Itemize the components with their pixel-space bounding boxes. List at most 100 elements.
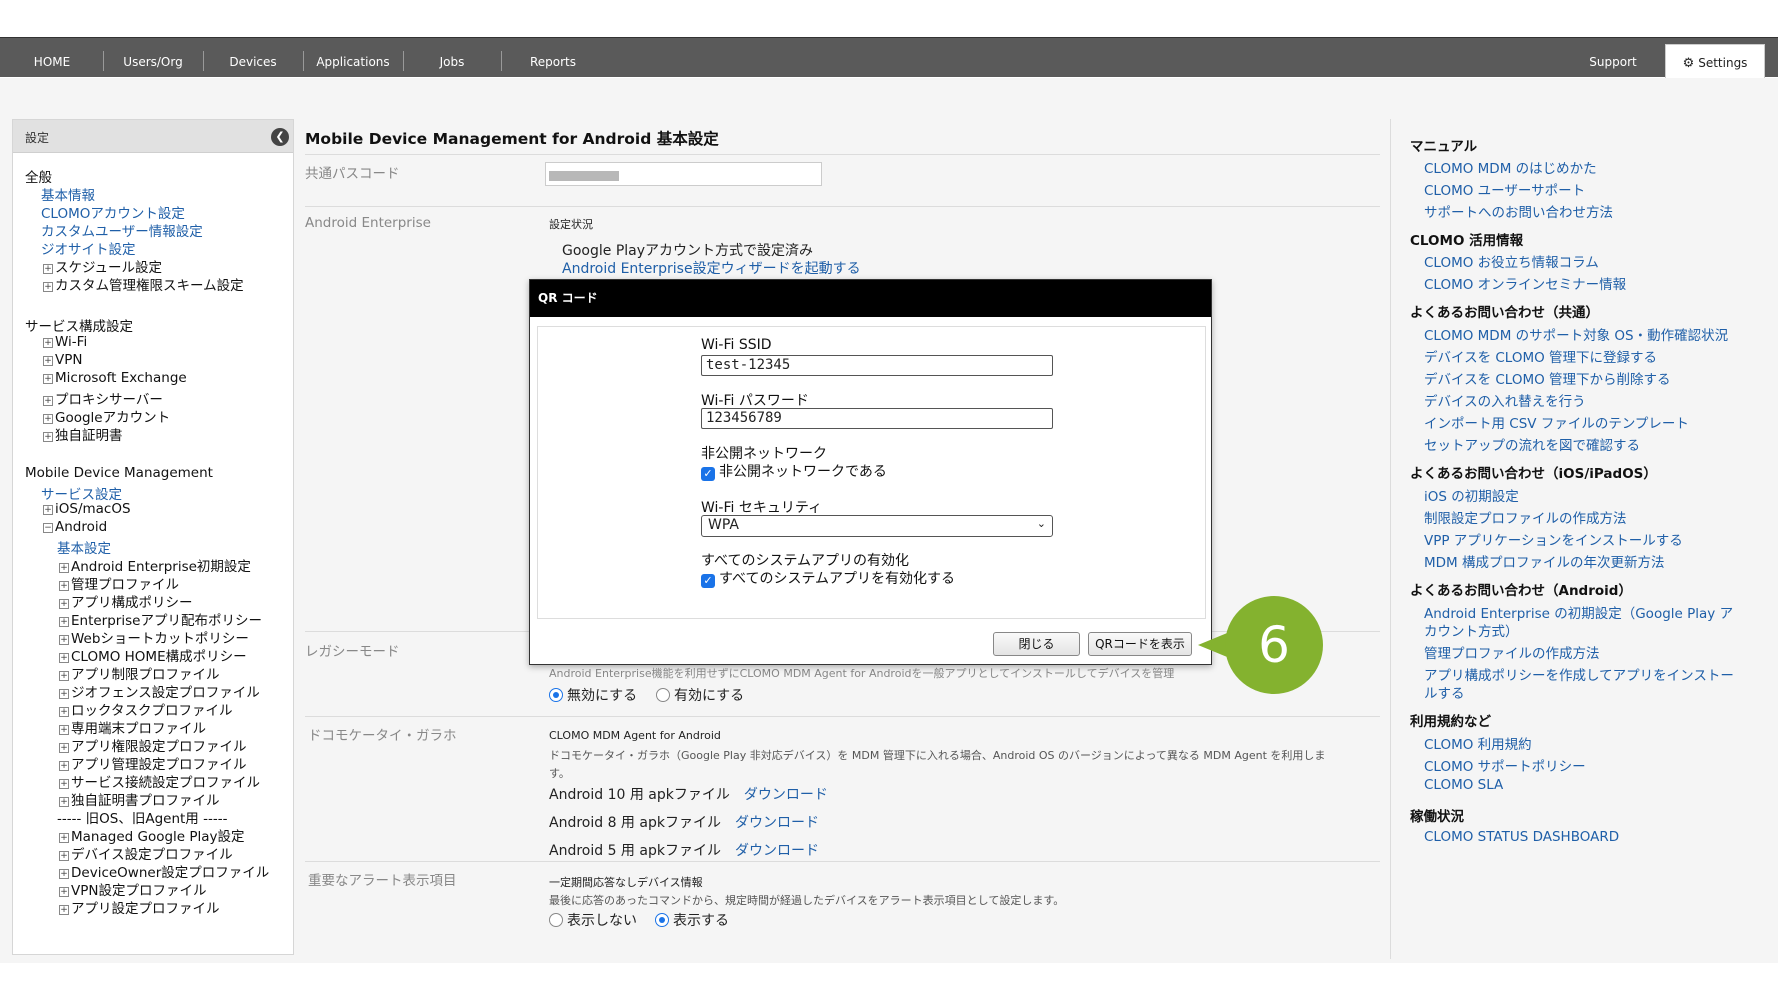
nav-settings-tab[interactable]: ⚙ Settings xyxy=(1665,44,1765,80)
help-link[interactable]: デバイスを CLOMO 管理下から削除する xyxy=(1424,368,1671,388)
help-link[interactable]: CLOMO MDM のサポート対象 OS・動作確認状況 xyxy=(1424,324,1728,344)
nav-users-org[interactable]: Users/Org xyxy=(114,38,192,78)
expand-icon[interactable]: + xyxy=(43,338,53,348)
close-button[interactable]: 閉じる xyxy=(993,632,1080,656)
sidebar-item-expandable[interactable]: + Managed Google Play設定 xyxy=(59,825,245,845)
expand-icon[interactable]: + xyxy=(43,414,53,424)
expand-icon[interactable]: + xyxy=(59,887,69,897)
sidebar-item[interactable]: ジオサイト設定 xyxy=(41,238,136,258)
sidebar-item[interactable]: サービス設定 xyxy=(41,483,122,503)
nav-devices[interactable]: Devices xyxy=(222,38,284,78)
sidebar-item[interactable]: 基本情報 xyxy=(41,184,95,204)
sidebar-item-expandable[interactable]: + アプリ権限設定プロファイル xyxy=(59,735,247,755)
collapse-sidebar-icon[interactable]: ❮ xyxy=(271,128,289,146)
expand-icon[interactable]: + xyxy=(59,743,69,753)
sidebar-item[interactable]: CLOMOアカウント設定 xyxy=(41,202,185,222)
download-link[interactable]: ダウンロード xyxy=(735,815,819,831)
expand-icon[interactable]: + xyxy=(59,671,69,681)
help-link[interactable]: CLOMO お役立ち情報コラム xyxy=(1424,251,1599,271)
expand-icon[interactable]: + xyxy=(43,282,53,292)
help-link[interactable]: Android Enterprise の初期設定（Google Play ア xyxy=(1424,602,1733,622)
sidebar-item-expandable[interactable]: + VPN xyxy=(43,352,82,368)
sidebar-item-expandable[interactable]: + プロキシサーバー xyxy=(43,388,163,408)
sidebar-item-expandable[interactable]: + デバイス設定プロファイル xyxy=(59,843,233,863)
sidebar-item-expandable[interactable]: + カスタム管理権限スキーム設定 xyxy=(43,274,244,294)
sidebar-item-expandable[interactable]: + アプリ構成ポリシー xyxy=(59,591,193,611)
help-link[interactable]: 管理プロファイルの作成方法 xyxy=(1424,642,1600,662)
sidebar-item-expandable[interactable]: + スケジュール設定 xyxy=(43,256,162,276)
help-link[interactable]: MDM 構成プロファイルの年次更新方法 xyxy=(1424,551,1664,571)
sidebar-item-expandable[interactable]: − Android xyxy=(43,519,107,535)
sidebar-item-expandable[interactable]: + ロックタスクプロファイル xyxy=(59,699,232,719)
help-link[interactable]: アプリ構成ポリシーを作成してアプリをインストー xyxy=(1424,664,1734,684)
help-link[interactable]: CLOMO SLA xyxy=(1424,777,1503,793)
ssid-input[interactable]: test-12345 xyxy=(701,355,1053,376)
sidebar-item-expandable[interactable]: + アプリ設定プロファイル xyxy=(59,897,220,917)
help-link[interactable]: ルする xyxy=(1424,682,1465,702)
expand-icon[interactable]: + xyxy=(43,505,53,515)
expand-icon[interactable]: + xyxy=(59,599,69,609)
expand-icon[interactable]: + xyxy=(59,761,69,771)
help-link[interactable]: VPP アプリケーションをインストールする xyxy=(1424,529,1683,549)
help-link[interactable]: CLOMO ユーザーサポート xyxy=(1424,179,1585,199)
expand-icon[interactable]: + xyxy=(59,581,69,591)
expand-icon[interactable]: + xyxy=(43,432,53,442)
legacy-on-radio[interactable]: 有効にする xyxy=(656,685,744,705)
download-link[interactable]: ダウンロード xyxy=(735,843,819,859)
expand-icon[interactable]: + xyxy=(59,797,69,807)
sidebar-item-expandable[interactable]: + ジオフェンス設定プロファイル xyxy=(59,681,260,701)
sidebar-item-expandable[interactable]: + アプリ管理設定プロファイル xyxy=(59,753,247,773)
sidebar-item-expandable[interactable]: + Webショートカットポリシー xyxy=(59,627,249,647)
expand-icon[interactable]: + xyxy=(59,653,69,663)
expand-icon[interactable]: + xyxy=(59,707,69,717)
expand-icon[interactable]: + xyxy=(43,396,53,406)
help-link[interactable]: デバイスの入れ替えを行う xyxy=(1424,390,1586,410)
help-link[interactable]: CLOMO サポートポリシー xyxy=(1424,755,1586,775)
help-link[interactable]: CLOMO 利用規約 xyxy=(1424,733,1532,753)
expand-icon[interactable]: + xyxy=(43,374,53,384)
expand-icon[interactable]: + xyxy=(59,905,69,915)
help-link[interactable]: デバイスを CLOMO 管理下に登録する xyxy=(1424,346,1657,366)
expand-icon[interactable]: + xyxy=(59,779,69,789)
legacy-off-radio[interactable]: 無効にする xyxy=(549,685,637,705)
ae-wizard-link[interactable]: Android Enterprise設定ウィザードを起動する xyxy=(562,258,861,278)
expand-icon[interactable]: + xyxy=(59,833,69,843)
help-link[interactable]: セットアップの流れを図で確認する xyxy=(1424,434,1640,454)
nav-reports[interactable]: Reports xyxy=(520,38,586,78)
nav-applications[interactable]: Applications xyxy=(312,38,394,78)
help-link[interactable]: iOS の初期設定 xyxy=(1424,485,1519,505)
sidebar-item-expandable[interactable]: + 専用端末プロファイル xyxy=(59,717,206,737)
nav-jobs[interactable]: Jobs xyxy=(428,38,476,78)
collapse-icon[interactable]: − xyxy=(43,523,53,533)
system-apps-checkbox[interactable]: ✓ すべてのシステムアプリを有効化する xyxy=(701,568,955,588)
help-link[interactable]: サポートへのお問い合わせ方法 xyxy=(1424,201,1613,221)
alert-off-radio[interactable]: 表示しない xyxy=(549,910,637,930)
expand-icon[interactable]: + xyxy=(59,725,69,735)
nav-support[interactable]: Support xyxy=(1578,38,1648,78)
security-select[interactable]: WPA ⌄ xyxy=(701,515,1053,537)
password-input[interactable]: 123456789 xyxy=(701,408,1053,429)
show-qr-button[interactable]: QRコードを表示 xyxy=(1088,632,1192,656)
sidebar-item-expandable[interactable]: + VPN設定プロファイル xyxy=(59,879,206,899)
help-link[interactable]: CLOMO MDM のはじめかた xyxy=(1424,157,1597,177)
expand-icon[interactable]: + xyxy=(59,689,69,699)
help-link[interactable]: CLOMO オンラインセミナー情報 xyxy=(1424,273,1626,293)
sidebar-item-expandable[interactable]: + Microsoft Exchange xyxy=(43,370,187,386)
sidebar-item-expandable[interactable]: + 管理プロファイル xyxy=(59,573,179,593)
help-link[interactable]: CLOMO STATUS DASHBOARD xyxy=(1424,829,1619,845)
expand-icon[interactable]: + xyxy=(43,264,53,274)
sidebar-item-expandable[interactable]: + CLOMO HOME構成ポリシー xyxy=(59,645,247,665)
sidebar-item-expandable[interactable]: + iOS/macOS xyxy=(43,501,131,517)
sidebar-item-expandable[interactable]: + 独自証明書プロファイル xyxy=(59,789,220,809)
sidebar-item[interactable]: 基本設定 xyxy=(57,537,111,557)
sidebar-item-expandable[interactable]: + アプリ制限プロファイル xyxy=(59,663,220,683)
help-link[interactable]: カウント方式） xyxy=(1424,620,1519,640)
sidebar-item-expandable[interactable]: + Android Enterprise初期設定 xyxy=(59,555,251,575)
expand-icon[interactable]: + xyxy=(59,869,69,879)
expand-icon[interactable]: + xyxy=(59,617,69,627)
alert-on-radio[interactable]: 表示する xyxy=(655,910,729,930)
download-link[interactable]: ダウンロード xyxy=(744,787,828,803)
nav-home[interactable]: HOME xyxy=(20,38,84,78)
sidebar-item-expandable[interactable]: + Googleアカウント xyxy=(43,406,170,426)
sidebar-item[interactable]: カスタムユーザー情報設定 xyxy=(41,220,203,240)
